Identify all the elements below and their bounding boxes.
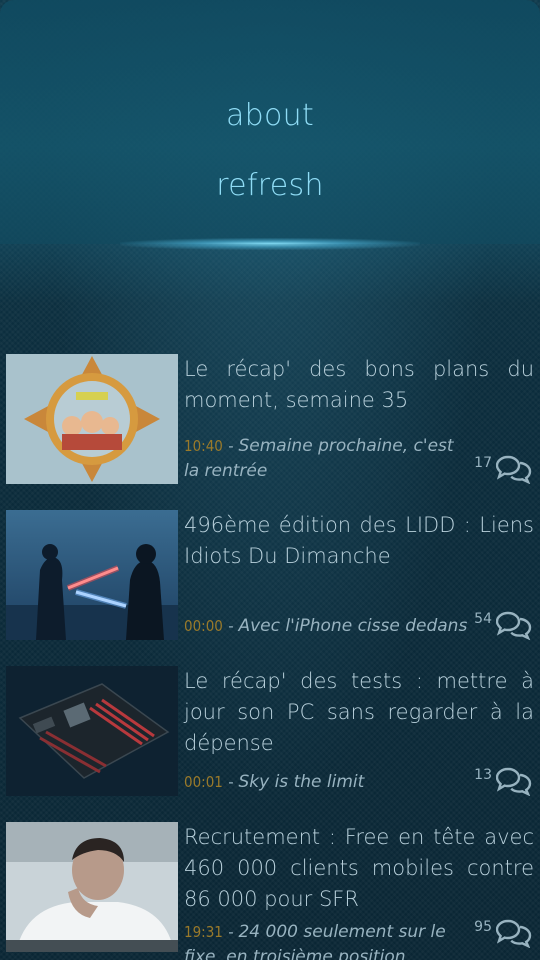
comment-count-value: 54 [474,611,492,627]
comment-count-value: 95 [474,919,492,935]
comment-count[interactable]: 54 [474,610,532,640]
comments-icon [496,919,532,948]
list-item[interactable]: Le récap' des bons plans du moment, sema… [0,354,540,510]
comments-icon [496,611,532,640]
menu-item-refresh[interactable]: refresh [0,168,540,203]
pulley-shadow [0,244,540,304]
motherboard-image-icon [6,666,178,796]
article-time: 00:00 [184,617,223,635]
comment-count[interactable]: 95 [474,918,532,948]
comment-count-value: 17 [474,455,492,471]
article-thumbnail [6,354,178,484]
comments-icon [496,767,532,796]
comments-icon [496,455,532,484]
portrait-photo-icon [6,822,178,952]
soldes-cartoon-logo-icon [6,354,178,484]
lightsaber-duel-image-icon [6,510,178,640]
article-thumbnail [6,822,178,952]
article-title: 496ème édition des LIDD : Liens Idiots D… [184,513,534,568]
article-title: Le récap' des bons plans du moment, sema… [184,357,534,412]
comment-count[interactable]: 13 [474,766,532,796]
app-screen: about refresh Le récap' des bons plans d… [0,0,540,960]
article-thumbnail [6,510,178,640]
pulley-menu: about refresh [0,0,540,244]
article-time: 10:40 [184,437,223,455]
article-time: 00:01 [184,773,223,791]
list-item[interactable]: Le récap' des tests : mettre à jour son … [0,666,540,822]
article-meta: 00:00 - Avec l'iPhone cisse dedans [184,616,468,636]
comment-count[interactable]: 17 [474,454,532,484]
article-meta: 19:31 - 24 000 seulement sur le fixe, en… [184,920,474,960]
article-subtitle: 24 000 seulement sur le fixe, en troisiè… [184,922,446,960]
article-title: Le récap' des tests : mettre à jour son … [184,669,534,755]
article-meta: 10:40 - Semaine prochaine, c'est la rent… [184,436,454,481]
list-item[interactable]: Recrutement : Free en tête avec 460 000 … [0,822,540,960]
article-thumbnail [6,666,178,796]
article-subtitle: Semaine prochaine, c'est la rentrée [184,436,454,481]
article-title: Recrutement : Free en tête avec 460 000 … [184,825,534,911]
article-subtitle: Sky is the limit [238,772,365,792]
article-time: 19:31 [184,923,223,941]
list-item[interactable]: 496ème édition des LIDD : Liens Idiots D… [0,510,540,666]
article-subtitle: Avec l'iPhone cisse dedans [238,616,468,636]
menu-item-about[interactable]: about [0,98,540,133]
comment-count-value: 13 [474,767,492,783]
article-list: Le récap' des bons plans du moment, sema… [0,354,540,960]
article-meta: 00:01 - Sky is the limit [184,772,365,792]
